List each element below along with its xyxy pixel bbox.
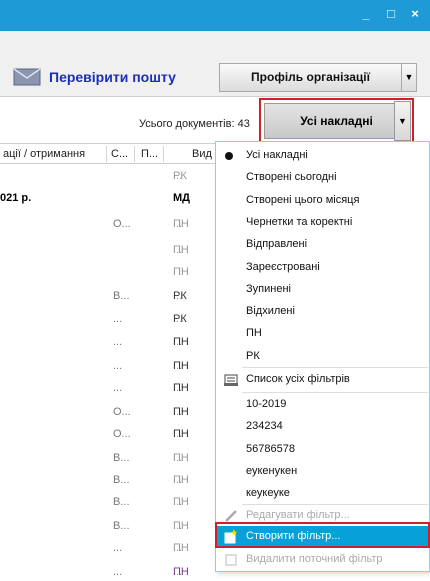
menu-item-filter[interactable]: Зупинені — [216, 279, 429, 301]
column-header-date[interactable]: ації / отримання — [3, 148, 85, 160]
cell-type: ПН — [173, 452, 189, 464]
delete-filter-icon — [223, 552, 239, 568]
menu-item-filter-label: Зупинені — [246, 282, 291, 295]
cell-type: МД — [173, 192, 190, 204]
cell-type: ПН — [173, 360, 189, 372]
maximize-icon[interactable]: □ — [383, 6, 399, 22]
filter-dropdown-button[interactable]: Усі накладні — [259, 98, 414, 144]
cell-type: ПН — [173, 218, 189, 230]
column-header-p[interactable]: П... — [141, 148, 158, 160]
cell-status: О... — [113, 218, 131, 230]
menu-item-delete-filter: Видалити поточний фільтр — [216, 549, 429, 571]
filter-list-icon — [223, 372, 239, 388]
cell-type: ПН — [173, 566, 189, 578]
envelope-icon — [13, 68, 41, 86]
cell-status: ... — [113, 360, 123, 372]
menu-separator — [242, 367, 428, 368]
cell-status: ... — [113, 382, 123, 394]
menu-item-saved-filter[interactable]: еукенукен — [216, 461, 429, 483]
chevron-down-icon[interactable]: ▼ — [402, 64, 416, 91]
menu-item-saved-filter[interactable]: кеукеуке — [216, 483, 429, 505]
cell-status: ... — [113, 336, 123, 348]
menu-item-saved-filter-label: 10-2019 — [246, 398, 287, 410]
cell-type: ПН — [173, 520, 189, 532]
cell-type: ПН — [173, 336, 189, 348]
check-mail-button[interactable]: Перевірити пошту — [13, 63, 203, 91]
title-bar: _ □ × — [0, 0, 430, 31]
close-icon[interactable]: × — [407, 6, 423, 22]
filter-chevron-down-icon[interactable]: ▼ — [394, 101, 411, 141]
menu-item-delete-filter-label: Видалити поточний фільтр — [246, 553, 383, 565]
cell-status: В... — [113, 474, 130, 486]
menu-item-filter-label: Створені цього місяця — [246, 193, 360, 206]
cell-type: РК — [173, 313, 187, 325]
document-count: Усього документів: 43 — [139, 118, 250, 130]
cell-status: ... — [113, 542, 123, 554]
cell-type: ПН — [173, 266, 189, 278]
menu-item-filter[interactable]: РК — [216, 346, 429, 368]
menu-item-filter[interactable]: Усі накладні — [216, 145, 429, 167]
cell-status: В... — [113, 452, 130, 464]
menu-item-filter-label: Відхилені — [246, 305, 295, 318]
minimize-icon[interactable]: _ — [358, 6, 374, 22]
menu-item-filter-label: Чернетки та коректні — [246, 215, 353, 228]
cell-status: В... — [113, 290, 130, 302]
menu-item-filter[interactable]: Зареєстровані — [216, 257, 429, 279]
cell-date: 021 р. — [0, 192, 32, 204]
menu-item-filter-label: ПН — [246, 327, 262, 340]
cell-type: ПН — [173, 428, 189, 440]
cell-type: РК — [173, 170, 187, 182]
cell-status: О... — [113, 406, 131, 418]
menu-separator — [242, 392, 428, 393]
highlight-create-filter — [215, 522, 430, 548]
cell-status: В... — [113, 520, 130, 532]
cell-type: ПН — [173, 382, 189, 394]
cell-status: В... — [113, 496, 130, 508]
menu-item-saved-filter-label: 56786578 — [246, 442, 295, 455]
cell-status: О... — [113, 428, 131, 440]
menu-item-filter-label: Усі накладні — [246, 149, 308, 161]
org-profile-label: Профіль організації — [220, 64, 402, 91]
radio-selected-icon — [225, 152, 233, 160]
cell-type: ПН — [173, 542, 189, 554]
column-header-type[interactable]: Вид — [192, 148, 212, 160]
menu-item-filter[interactable]: Створені цього місяця — [216, 190, 429, 212]
menu-item-saved-filter[interactable]: 56786578 — [216, 439, 429, 461]
cell-status: ... — [113, 313, 123, 325]
menu-item-filter-label: Створені сьогодні — [246, 171, 337, 184]
menu-item-saved-filter[interactable]: 10-2019 — [216, 394, 429, 416]
menu-item-filter-label: Зареєстровані — [246, 260, 320, 273]
toolbar: Перевірити пошту Профіль організації ▼ — [0, 31, 430, 95]
cell-type: ПН — [173, 406, 189, 418]
check-mail-label: Перевірити пошту — [49, 69, 176, 85]
menu-item-saved-filter[interactable]: 234234 — [216, 416, 429, 438]
menu-item-saved-filter-label: кеукеуке — [246, 487, 290, 500]
menu-item-filter[interactable]: Відхилені — [216, 301, 429, 323]
column-header-status[interactable]: С... — [111, 148, 128, 160]
menu-item-filter-label: РК — [246, 349, 260, 362]
menu-item-filter[interactable]: ПН — [216, 323, 429, 345]
menu-item-all-filters-label: Список усіх фільтрів — [246, 373, 350, 385]
cell-type: ПН — [173, 244, 189, 256]
org-profile-button[interactable]: Профіль організації ▼ — [219, 63, 417, 92]
filter-label: Усі накладні — [264, 103, 409, 139]
menu-item-filter[interactable]: Чернетки та коректні — [216, 212, 429, 234]
menu-item-edit-filter-label: Редагувати фільтр... — [246, 509, 350, 521]
menu-item-all-filters[interactable]: Список усіх фільтрів — [216, 369, 429, 391]
cell-type: РК — [173, 290, 187, 302]
cell-status: ... — [113, 566, 123, 578]
filter-menu: Усі накладні Створені сьогодні Створені ць… — [215, 141, 430, 572]
menu-item-saved-filter-label: 234234 — [246, 420, 283, 433]
menu-item-filter-label: Відправлені — [246, 238, 308, 251]
menu-item-filter[interactable]: Відправлені — [216, 234, 429, 256]
cell-type: ПН — [173, 474, 189, 486]
menu-item-filter[interactable]: Створені сьогодні — [216, 167, 429, 189]
menu-item-saved-filter-label: еукенукен — [246, 464, 298, 477]
cell-type: ПН — [173, 496, 189, 508]
